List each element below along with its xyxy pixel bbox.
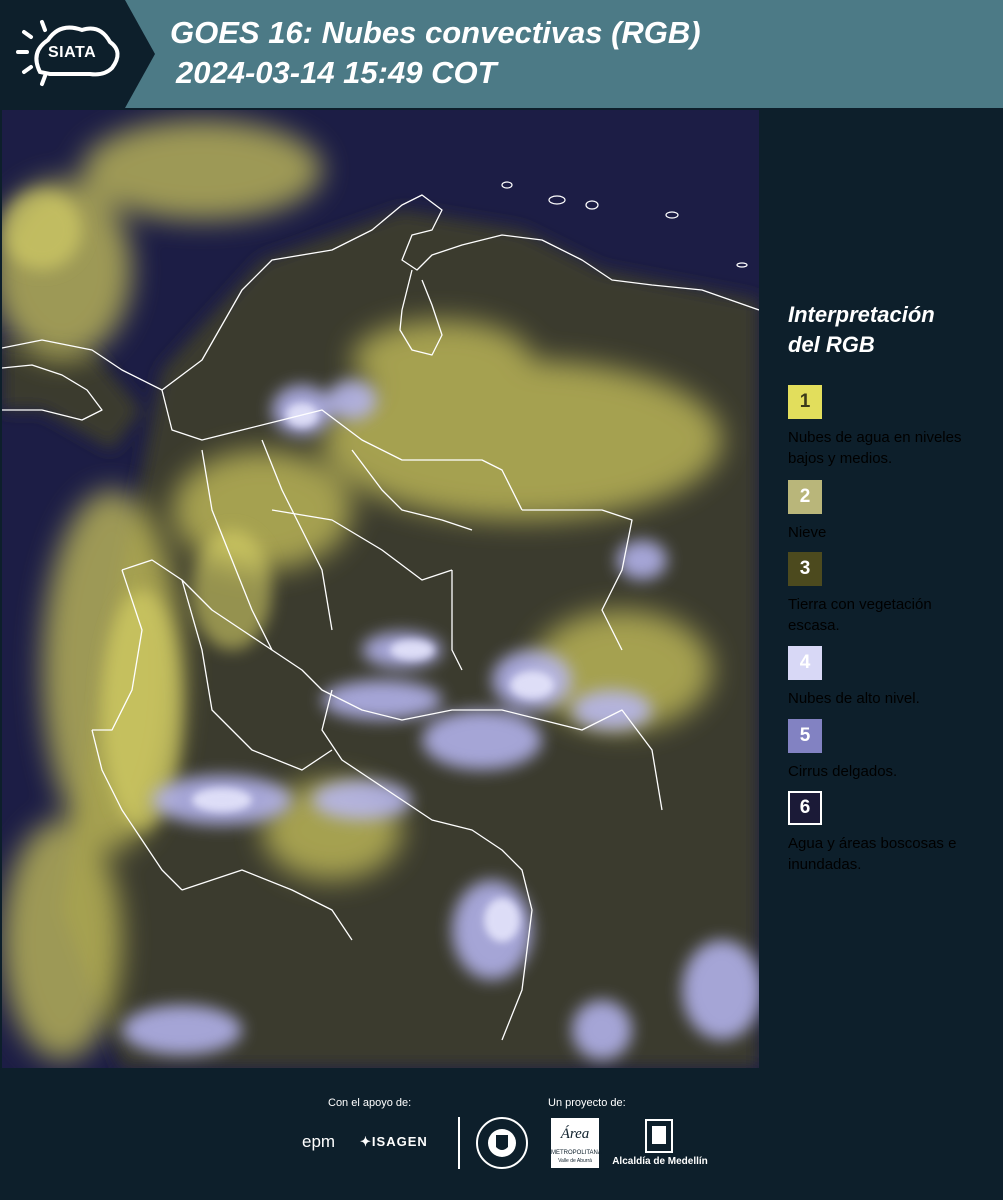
medellin-seal-icon[interactable] [476, 1117, 528, 1169]
project-label: Un proyecto de: [548, 1097, 626, 1109]
legend-item: 5 Cirrus delgados. [788, 719, 978, 782]
alcaldia-text: Alcaldía de Medellín [612, 1156, 708, 1167]
legend-label: Nieve [788, 524, 827, 541]
epm-logo[interactable]: epm [302, 1132, 335, 1152]
legend-item: 4 Nubes de alto nivel. [788, 646, 978, 709]
area-metropolitana-logo[interactable]: Área METROPOLITANA Valle de Aburrá [551, 1118, 602, 1168]
satellite-image [2, 110, 759, 1068]
legend-swatch: 1 [788, 385, 822, 419]
siata-logo[interactable]: SIATA [0, 0, 155, 108]
legend-label: Agua y áreas boscosas e inundadas. [788, 835, 957, 873]
seal-emblem-icon [488, 1129, 516, 1157]
legend-title-line2: del RGB [788, 332, 875, 357]
rgb-legend: Interpretación del RGB [788, 300, 988, 374]
page-title: GOES 16: Nubes convectivas (RGB) [170, 15, 701, 50]
legend-label: Cirrus delgados. [788, 763, 898, 780]
legend-label: Nubes de agua en niveles bajos y medios. [788, 429, 962, 467]
isagen-logo-text: ISAGEN [371, 1134, 428, 1149]
legend-item: 1 Nubes de agua en niveles bajos y medios… [788, 385, 978, 469]
satellite-map[interactable] [2, 110, 759, 1068]
legend-swatch: 6 [788, 791, 822, 825]
legend-label: Nubes de alto nivel. [788, 690, 920, 707]
legend-title: Interpretación del RGB [788, 300, 988, 360]
isagen-star-icon: ✦ [360, 1134, 372, 1149]
alcaldia-logo[interactable]: Alcaldía de Medellín [610, 1118, 710, 1170]
legend-item: 6 Agua y áreas boscosas e inundadas. [788, 791, 978, 875]
header-bar: SIATA GOES 16: Nubes convectivas (RGB) 2… [0, 0, 1003, 108]
legend-swatch: 4 [788, 646, 822, 680]
area-name: Área [560, 1126, 590, 1142]
area-subtitle: METROPOLITANA [551, 1150, 602, 1156]
legend-swatch: 2 [788, 480, 822, 514]
area-subtitle-2: Valle de Aburrá [558, 1158, 592, 1164]
legend-item: 2 Nieve [788, 480, 978, 543]
legend-swatch: 3 [788, 552, 822, 586]
logo-text: SIATA [48, 44, 97, 61]
support-label: Con el apoyo de: [328, 1097, 412, 1109]
footer-divider [458, 1117, 460, 1169]
isagen-logo[interactable]: ✦ISAGEN [360, 1134, 428, 1150]
alcaldia-crest-icon [645, 1119, 673, 1153]
legend-label: Tierra con vegetación escasa. [788, 596, 932, 634]
page-timestamp: 2024-03-14 15:49 COT [176, 55, 497, 90]
legend-title-line1: Interpretación [788, 302, 935, 327]
epm-logo-text: epm [302, 1132, 336, 1151]
legend-item: 3 Tierra con vegetación escasa. [788, 552, 978, 636]
legend-swatch: 5 [788, 719, 822, 753]
